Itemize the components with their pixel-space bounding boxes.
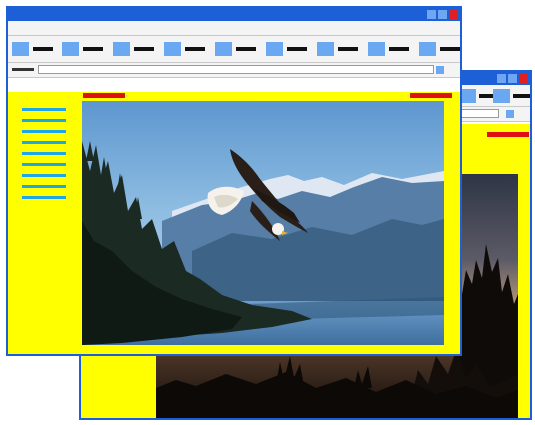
sidebar-link[interactable] [22,141,66,144]
address-label [12,68,34,71]
toolbar-divider [185,47,205,51]
front-window-toolbar [8,36,460,63]
toolbar-button[interactable] [368,42,385,56]
toolbar-divider [389,47,409,51]
sidebar-link[interactable] [22,130,66,133]
bald-eagle-photo [82,101,444,345]
toolbar-divider [236,47,256,51]
toolbar-button[interactable] [419,42,436,56]
minimize-icon[interactable] [497,74,506,83]
close-icon[interactable] [519,74,528,83]
header-tab-right[interactable] [410,93,452,98]
toolbar-divider [134,47,154,51]
front-window-titlebar[interactable] [8,8,460,21]
toolbar-divider [287,47,307,51]
front-window-controls [427,10,458,19]
sidebar-link[interactable] [22,108,66,111]
toolbar-divider [83,47,103,51]
toolbar-divider [440,47,460,51]
front-browser-window[interactable] [6,6,462,356]
toolbar-divider [513,94,530,98]
header-tab[interactable] [487,132,529,137]
sidebar-link[interactable] [22,119,66,122]
back-window-controls [497,74,528,83]
go-button[interactable] [506,110,514,118]
front-window-page [8,92,460,354]
minimize-icon[interactable] [427,10,436,19]
sidebar-nav [22,108,66,207]
toolbar-button[interactable] [12,42,29,56]
toolbar-button[interactable] [317,42,334,56]
toolbar-button[interactable] [62,42,79,56]
maximize-icon[interactable] [438,10,447,19]
toolbar-button[interactable] [113,42,130,56]
sidebar-link[interactable] [22,163,66,166]
toolbar-button[interactable] [164,42,181,56]
address-field[interactable] [38,65,434,74]
go-button[interactable] [436,66,444,74]
toolbar-divider [338,47,358,51]
sidebar-link[interactable] [22,152,66,155]
toolbar-divider [33,47,53,51]
front-window-addressbar [8,63,460,78]
sidebar-link[interactable] [22,174,66,177]
menu-bar [8,21,460,36]
toolbar-button[interactable] [215,42,232,56]
maximize-icon[interactable] [508,74,517,83]
header-tab-left[interactable] [83,93,125,98]
illustration [0,0,535,425]
close-icon[interactable] [449,10,458,19]
toolbar-button[interactable] [266,42,283,56]
sidebar-link[interactable] [22,185,66,188]
toolbar-button[interactable] [493,89,510,103]
sidebar-link[interactable] [22,196,66,199]
